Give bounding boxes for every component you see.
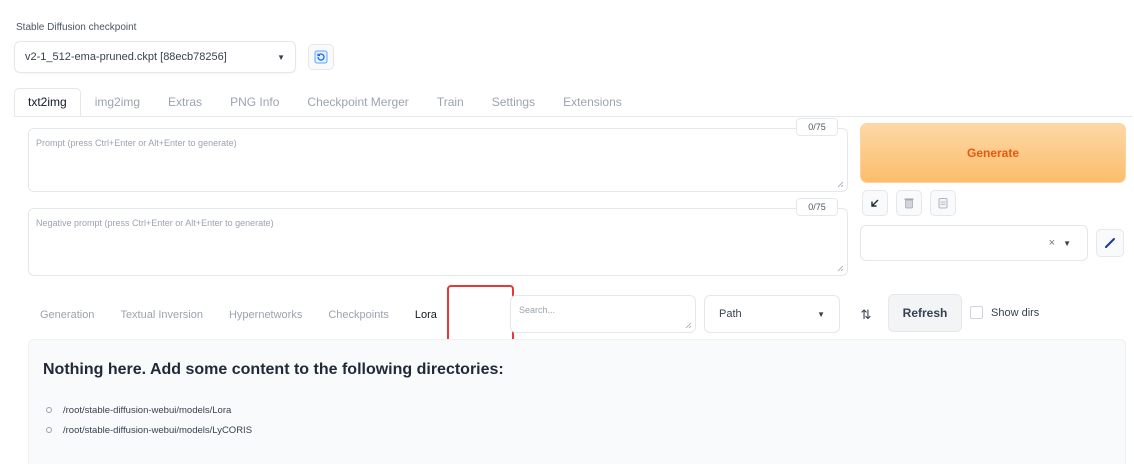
prompt-token-counter: 0/75 bbox=[796, 118, 838, 136]
tabs-divider bbox=[14, 116, 1132, 117]
directory-path: /root/stable-diffusion-webui/models/LyCO… bbox=[63, 424, 253, 436]
tab-lora[interactable]: Lora bbox=[401, 301, 449, 329]
sort-arrows-icon: ⇅ bbox=[860, 307, 872, 322]
styles-dropdown[interactable]: × ▼ bbox=[860, 225, 1088, 261]
tab-checkpoints[interactable]: Checkpoints bbox=[314, 301, 401, 329]
checkpoint-label: Stable Diffusion checkpoint bbox=[16, 22, 137, 33]
empty-message: Nothing here. Add some content to the fo… bbox=[43, 361, 504, 378]
checkpoint-dropdown[interactable]: v2-1_512-ema-pruned.ckpt [88ecb78256] ▼ bbox=[14, 41, 296, 73]
show-dirs-label: Show dirs bbox=[991, 306, 1040, 319]
show-dirs-toggle[interactable]: Show dirs bbox=[970, 306, 1039, 319]
list-item: /root/stable-diffusion-webui/models/LyCO… bbox=[46, 420, 252, 440]
tab-train[interactable]: Train bbox=[423, 88, 478, 117]
tab-extensions[interactable]: Extensions bbox=[549, 88, 636, 117]
tab-extras[interactable]: Extras bbox=[154, 88, 216, 117]
refresh-icon bbox=[314, 50, 328, 64]
bullet-icon bbox=[46, 407, 52, 413]
edit-styles-button[interactable] bbox=[1096, 229, 1124, 257]
tab-hypernetworks[interactable]: Hypernetworks bbox=[215, 301, 314, 329]
lora-tab-highlight bbox=[447, 285, 514, 347]
chevron-down-icon: ▼ bbox=[277, 52, 285, 62]
tab-textual-inversion[interactable]: Textual Inversion bbox=[106, 301, 215, 329]
extra-networks-toggle-button[interactable] bbox=[930, 190, 956, 216]
negative-prompt-token-counter: 0/75 bbox=[796, 198, 838, 216]
tab-img2img[interactable]: img2img bbox=[81, 88, 154, 117]
sort-order-button[interactable]: ⇅ bbox=[854, 303, 878, 327]
refresh-checkpoint-button[interactable] bbox=[308, 44, 334, 70]
prompt-placeholder: Prompt (press Ctrl+Enter or Alt+Enter to… bbox=[36, 138, 237, 148]
tab-png-info[interactable]: PNG Info bbox=[216, 88, 293, 117]
refresh-button[interactable]: Refresh bbox=[888, 294, 962, 332]
tab-checkpoint-merger[interactable]: Checkpoint Merger bbox=[293, 88, 422, 117]
directory-path: /root/stable-diffusion-webui/models/Lora bbox=[63, 404, 232, 416]
tab-settings[interactable]: Settings bbox=[478, 88, 549, 117]
sort-by-dropdown[interactable]: Path ▼ bbox=[704, 295, 840, 333]
chevron-down-icon: ▼ bbox=[817, 309, 825, 319]
clipboard-icon bbox=[938, 198, 948, 209]
arrow-down-left-icon bbox=[871, 199, 879, 207]
prompt-input[interactable]: Prompt (press Ctrl+Enter or Alt+Enter to… bbox=[28, 128, 848, 192]
show-dirs-checkbox[interactable] bbox=[970, 306, 983, 319]
tab-generation[interactable]: Generation bbox=[28, 301, 106, 329]
search-input[interactable]: Search... bbox=[510, 295, 696, 333]
directory-list: /root/stable-diffusion-webui/models/Lora… bbox=[46, 400, 252, 440]
clear-prompt-button[interactable] bbox=[896, 190, 922, 216]
search-placeholder: Search... bbox=[519, 305, 556, 315]
bullet-icon bbox=[46, 427, 52, 433]
pencil-icon bbox=[1104, 238, 1115, 249]
negative-prompt-placeholder: Negative prompt (press Ctrl+Enter or Alt… bbox=[36, 218, 274, 228]
tab-txt2img[interactable]: txt2img bbox=[14, 88, 81, 117]
extra-networks-tabs: Generation Textual Inversion Hypernetwor… bbox=[28, 301, 449, 329]
resize-handle-icon[interactable] bbox=[837, 265, 844, 272]
resize-handle-icon[interactable] bbox=[837, 181, 844, 188]
generate-button[interactable]: Generate bbox=[860, 123, 1126, 183]
checkpoint-value: v2-1_512-ema-pruned.ckpt [88ecb78256] bbox=[25, 51, 227, 63]
list-item: /root/stable-diffusion-webui/models/Lora bbox=[46, 400, 252, 420]
main-tabs: txt2img img2img Extras PNG Info Checkpoi… bbox=[14, 88, 636, 117]
chevron-down-icon: ▼ bbox=[1063, 238, 1071, 248]
resize-handle-icon[interactable] bbox=[685, 322, 692, 329]
clear-icon[interactable]: × bbox=[1049, 237, 1055, 249]
trash-icon bbox=[904, 198, 914, 209]
negative-prompt-input[interactable]: Negative prompt (press Ctrl+Enter or Alt… bbox=[28, 208, 848, 276]
sort-value: Path bbox=[719, 308, 742, 320]
read-params-button[interactable] bbox=[862, 190, 888, 216]
